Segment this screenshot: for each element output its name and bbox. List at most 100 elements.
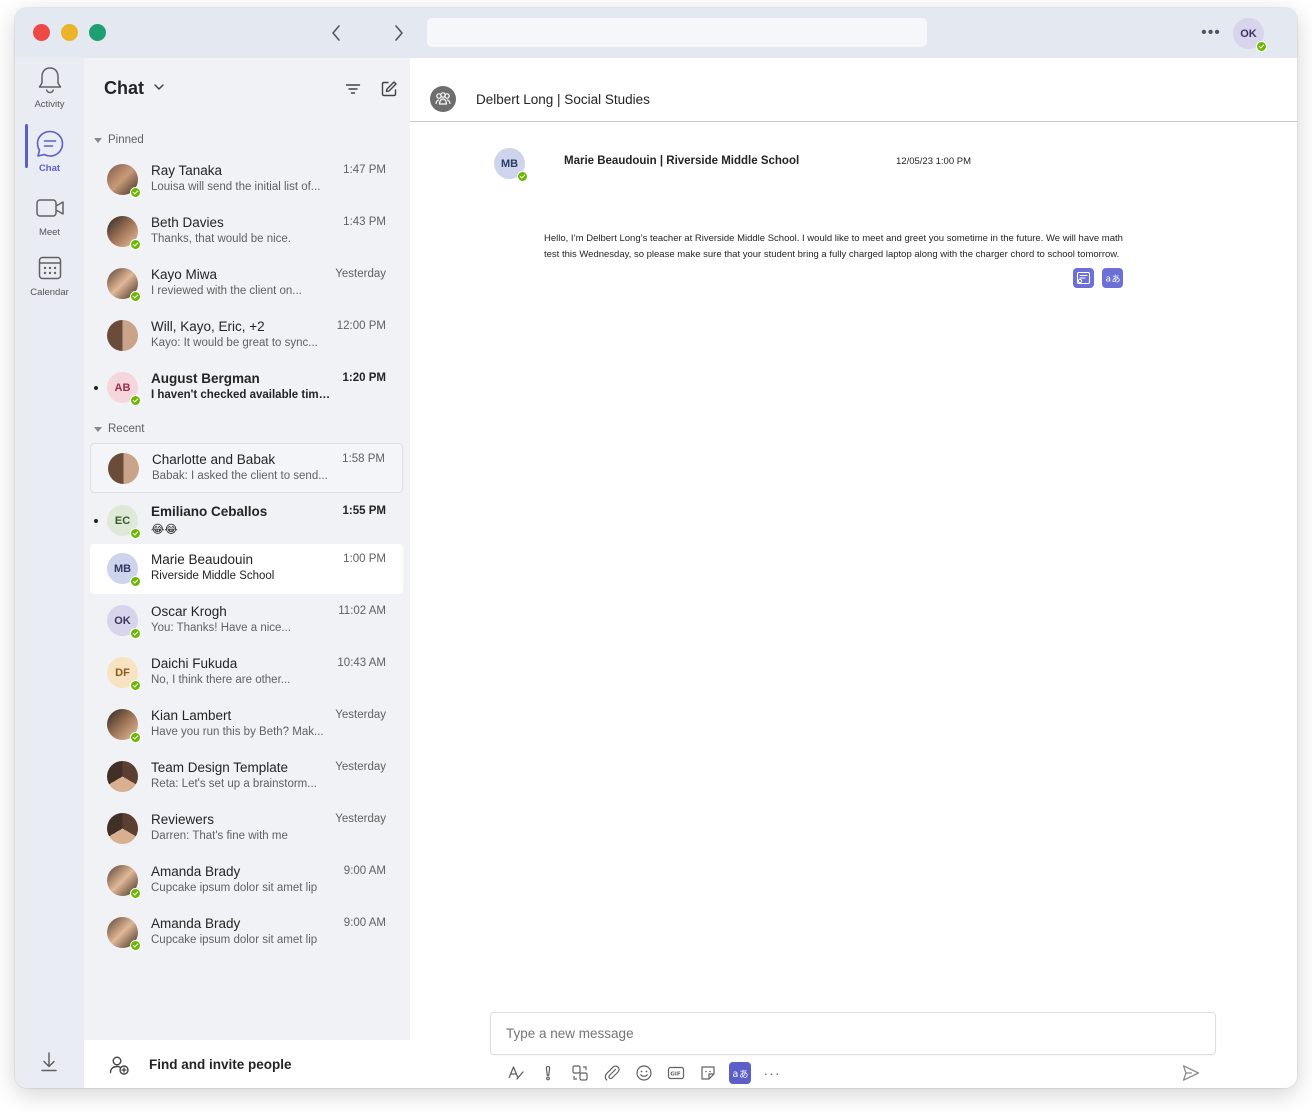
- chat-row-marie-beaudouin[interactable]: MB Marie Beaudouin Riverside Middle Scho…: [90, 544, 403, 594]
- presence-available-icon: [130, 732, 141, 743]
- close-window-button[interactable]: [33, 24, 50, 41]
- more-options-icon[interactable]: •••: [1199, 24, 1223, 41]
- filter-icon[interactable]: [342, 78, 364, 100]
- collapse-triangle-icon: [94, 137, 102, 143]
- attach-icon[interactable]: [601, 1062, 623, 1084]
- chat-row-beth-davies[interactable]: Beth Davies Thanks, that would be nice. …: [90, 207, 403, 257]
- maximize-window-button[interactable]: [89, 24, 106, 41]
- presence-available-icon: [130, 680, 141, 691]
- chat-row-preview: 😂😂: [151, 524, 178, 536]
- chat-row-preview: Kayo: It would be great to sync...: [151, 337, 318, 349]
- chat-row-name: Amanda Brady: [151, 864, 241, 879]
- chat-row-name: Ray Tanaka: [151, 163, 223, 178]
- presence-available-icon: [517, 171, 528, 182]
- rail-label-calendar: Calendar: [30, 287, 69, 298]
- chat-row-charlotte-and-babak[interactable]: Charlotte and Babak Babak: I asked the c…: [90, 443, 403, 493]
- message-input[interactable]: [506, 1026, 1186, 1041]
- chat-row-time: 12:00 PM: [336, 320, 386, 332]
- loop-component-icon[interactable]: [569, 1062, 591, 1084]
- chat-row-time: Yesterday: [335, 268, 386, 280]
- svg-text:a: a: [732, 1069, 738, 1080]
- chat-row-time: 1:43 PM: [343, 216, 386, 228]
- chat-row-name: Marie Beaudouin: [151, 552, 254, 567]
- chat-row-oscar-krogh[interactable]: OK Oscar Krogh You: Thanks! Have a nice.…: [90, 596, 403, 646]
- chat-row-team-design-template[interactable]: Team Design Template Reta: Let's set up …: [90, 752, 403, 802]
- presence-available-icon: [1256, 41, 1267, 52]
- rail-label-activity: Activity: [34, 99, 65, 110]
- avatar: [107, 268, 141, 302]
- message-sender-avatar[interactable]: MB: [494, 148, 528, 182]
- more-actions-icon[interactable]: ···: [761, 1062, 783, 1084]
- translate-icon[interactable]: aあ: [1102, 268, 1123, 288]
- chat-row-name: Oscar Krogh: [151, 604, 227, 619]
- chat-row-kian-lambert[interactable]: Kian Lambert Have you run this by Beth? …: [90, 700, 403, 750]
- chat-list-title[interactable]: Chat: [104, 78, 144, 99]
- rail-item-meet[interactable]: Meet: [15, 192, 84, 252]
- priority-icon[interactable]: [537, 1062, 559, 1084]
- recent-section-header[interactable]: Recent: [94, 423, 144, 435]
- avatar: MB: [107, 553, 141, 587]
- avatar-initials: DF: [115, 666, 130, 679]
- sticker-icon[interactable]: [697, 1062, 719, 1084]
- profile-avatar[interactable]: OK: [1233, 18, 1267, 52]
- forward-arrow-icon[interactable]: [388, 22, 410, 44]
- chat-row-time: 11:02 AM: [338, 605, 386, 617]
- chat-row-emiliano-ceballos[interactable]: EC Emiliano Ceballos 😂😂 1:55 PM: [90, 496, 403, 546]
- presence-available-icon: [130, 239, 141, 250]
- calendar-icon: [34, 252, 66, 284]
- rail-item-calendar[interactable]: Calendar: [15, 252, 84, 312]
- chat-row-time: 9:00 AM: [343, 865, 386, 877]
- emoji-icon[interactable]: [633, 1062, 655, 1084]
- bell-icon: [34, 64, 66, 96]
- immersive-reader-icon[interactable]: [1073, 268, 1094, 288]
- chat-row-amanda-brady[interactable]: Amanda Brady Cupcake ipsum dolor sit ame…: [90, 856, 403, 906]
- translate-compose-icon[interactable]: aあ: [729, 1062, 751, 1084]
- group-chat-icon[interactable]: [430, 86, 456, 112]
- compose-box[interactable]: [490, 1012, 1216, 1055]
- recent-section-label: Recent: [108, 423, 145, 435]
- download-icon[interactable]: [37, 1050, 61, 1074]
- gif-icon[interactable]: GIF: [665, 1062, 687, 1084]
- avatar: [107, 709, 141, 743]
- chat-row-daichi-fukuda[interactable]: DF Daichi Fukuda No, I think there are o…: [90, 648, 403, 698]
- chat-row-name: Emiliano Ceballos: [151, 504, 268, 519]
- chat-row-group-will-kayo-eric[interactable]: Will, Kayo, Eric, +2 Kayo: It would be g…: [90, 311, 403, 361]
- presence-available-icon: [130, 576, 141, 587]
- minimize-window-button[interactable]: [61, 24, 78, 41]
- chat-row-kayo-miwa[interactable]: Kayo Miwa I reviewed with the client on.…: [90, 259, 403, 309]
- chat-row-amanda-brady-2[interactable]: Amanda Brady Cupcake ipsum dolor sit ame…: [90, 908, 403, 958]
- rail-item-chat[interactable]: Chat: [15, 128, 84, 188]
- avatar-initials: OK: [114, 614, 131, 627]
- chat-row-preview: Cupcake ipsum dolor sit amet lip: [151, 882, 318, 894]
- find-invite-people-button[interactable]: Find and invite people: [84, 1040, 410, 1088]
- chat-row-time: Yesterday: [335, 813, 386, 825]
- format-icon[interactable]: [505, 1062, 527, 1084]
- svg-text:a: a: [1106, 275, 1112, 285]
- unread-indicator: [94, 519, 98, 523]
- chat-row-reviewers[interactable]: Reviewers Darren: That's fine with me Ye…: [90, 804, 403, 854]
- back-arrow-icon[interactable]: [325, 22, 347, 44]
- chat-row-preview: Darren: That's fine with me: [151, 830, 288, 842]
- avatar: [107, 865, 141, 899]
- avatar-initials: EC: [114, 514, 131, 527]
- pinned-section-header[interactable]: Pinned: [94, 134, 144, 146]
- svg-text:あ: あ: [1112, 274, 1121, 285]
- avatar-initials: MB: [113, 562, 132, 575]
- send-icon[interactable]: [1180, 1062, 1202, 1084]
- chat-row-preview: Thanks, that would be nice.: [151, 233, 291, 245]
- avatar-initials: AB: [114, 381, 131, 394]
- chat-row-name: Kian Lambert: [151, 708, 232, 723]
- search-bar[interactable]: [427, 18, 927, 47]
- rail-label-chat: Chat: [38, 163, 61, 174]
- chat-row-time: 10:43 AM: [337, 657, 386, 669]
- avatar: DF: [107, 657, 141, 691]
- new-chat-icon[interactable]: [378, 78, 400, 100]
- chat-row-time: Yesterday: [335, 709, 386, 721]
- avatar: OK: [107, 605, 141, 639]
- chat-row-ray-tanaka[interactable]: Ray Tanaka Louisa will send the initial …: [90, 155, 403, 205]
- chat-row-august-bergman[interactable]: AB August Bergman I haven't checked avai…: [90, 363, 403, 413]
- chat-list-pane: Chat Pinned Ray Tanaka Louisa will send …: [84, 58, 410, 1088]
- collapse-triangle-icon: [94, 426, 102, 432]
- rail-item-activity[interactable]: Activity: [15, 64, 84, 124]
- chevron-down-icon[interactable]: [152, 80, 166, 99]
